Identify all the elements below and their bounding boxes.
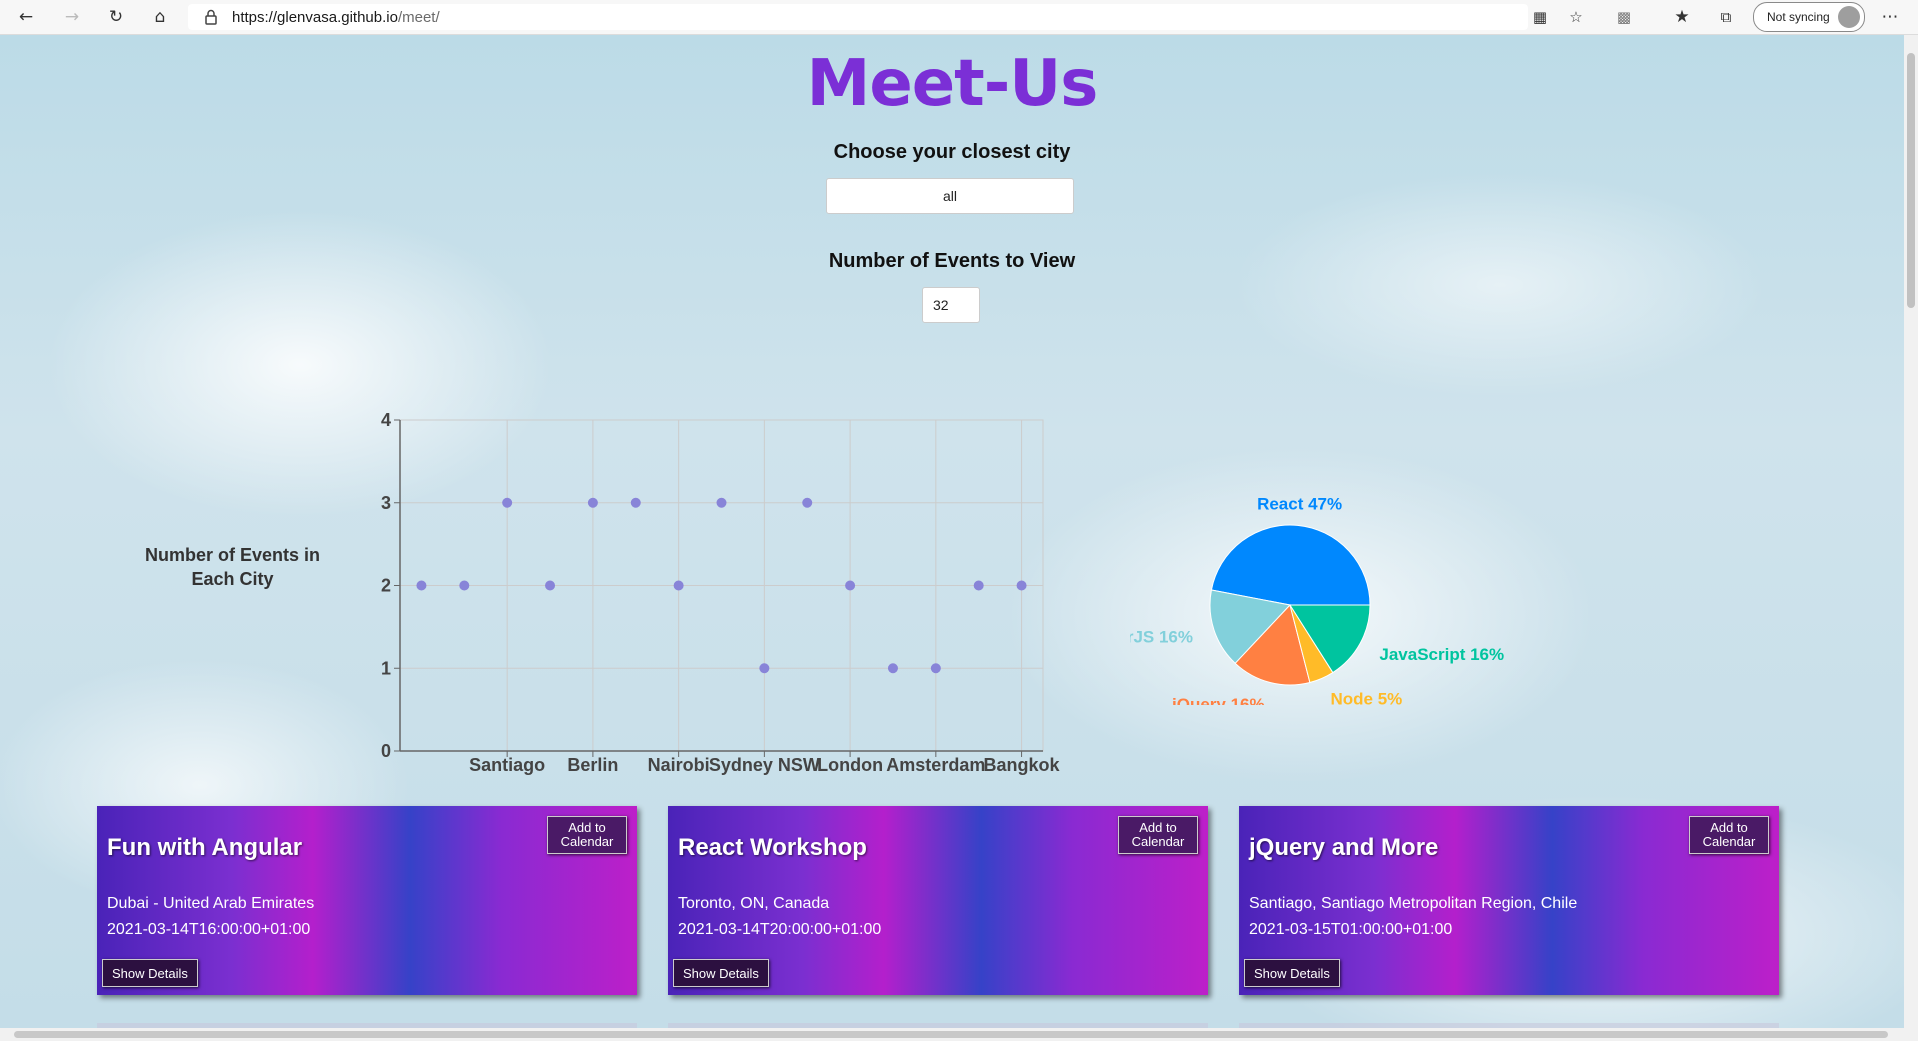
pie-label: React 47% (1257, 494, 1342, 513)
vertical-scrollbar[interactable] (1904, 35, 1918, 1028)
sync-status: Not syncing (1767, 10, 1830, 24)
add-to-calendar-button[interactable]: Add to Calendar (547, 816, 627, 854)
show-details-button[interactable]: Show Details (1244, 959, 1340, 987)
events-scatter-chart: 0 1 2 3 4 Santiago Berlin Nairobi Sydney NSWLond… (381, 410, 1061, 775)
scrollbar-corner (1904, 1028, 1918, 1041)
x-tick-label: Amsterdam (886, 755, 985, 775)
browser-toolbar: ← → ↻ ⌂ https://glenvasa.github.io/meet/… (0, 0, 1918, 35)
scatter-point[interactable] (587, 497, 598, 508)
add-to-calendar-button[interactable]: Add to Calendar (1689, 816, 1769, 854)
scatter-point[interactable] (973, 580, 984, 591)
scatter-point[interactable] (630, 497, 641, 508)
pie-slice[interactable] (1210, 524, 1371, 606)
scatter-point[interactable] (845, 580, 856, 591)
apps-icon[interactable]: ▦ (1526, 3, 1554, 31)
event-title: Fun with Angular (107, 834, 303, 861)
event-title: jQuery and More (1249, 834, 1439, 861)
page-viewport: Meet-Us Choose your closest city Number … (0, 35, 1904, 1028)
event-location: Toronto, ON, Canada (678, 895, 830, 912)
scatter-point[interactable] (930, 663, 941, 674)
horizontal-scrollbar[interactable] (0, 1028, 1904, 1041)
pie-slices (1209, 524, 1371, 686)
event-date: 2021-03-15T01:00:00+01:00 (1249, 921, 1453, 938)
event-card: React Workshop Toronto, ON, Canada 2021-… (668, 806, 1208, 995)
event-title: React Workshop (678, 834, 867, 861)
x-tick-label: London (817, 755, 883, 775)
home-icon[interactable]: ⌂ (146, 3, 174, 31)
lock-icon (205, 9, 217, 25)
y-tick-label: 3 (381, 493, 391, 513)
y-tick-label: 0 (381, 741, 391, 761)
city-label: Choose your closest city (833, 141, 1071, 163)
app-title: Meet-Us (806, 47, 1099, 121)
pie-label: jQuery 16% (1171, 695, 1265, 705)
show-details-button[interactable]: Show Details (673, 959, 769, 987)
scatter-point[interactable] (887, 663, 898, 674)
avatar-icon (1838, 6, 1860, 28)
event-location: Dubai - United Arab Emirates (107, 895, 315, 912)
url-path: /meet/ (397, 8, 440, 26)
url-host: https://glenvasa.github.io (232, 8, 398, 26)
scatter-point[interactable] (545, 580, 556, 591)
x-tick-label: Bangkok (984, 755, 1061, 775)
pie-label: AngularJS 16% (1130, 628, 1193, 647)
scatter-point[interactable] (759, 663, 770, 674)
extensions-icon[interactable]: ▩ (1610, 3, 1638, 31)
scatter-chart-label: Number of Events in Each City (144, 545, 321, 589)
event-card: Fun with Angular Dubai - United Arab Emi… (97, 806, 637, 995)
x-tick-label: Sydney NSW (709, 755, 820, 775)
event-date: 2021-03-14T20:00:00+01:00 (678, 921, 882, 938)
scatter-point[interactable] (673, 580, 684, 591)
address-bar[interactable]: https://glenvasa.github.io/meet/ (188, 4, 1528, 30)
y-tick-label: 1 (381, 658, 391, 678)
reload-icon[interactable]: ↻ (102, 3, 130, 31)
city-search-input[interactable] (826, 178, 1074, 214)
scatter-point[interactable] (502, 497, 513, 508)
add-to-calendar-button[interactable]: Add to Calendar (1118, 816, 1198, 854)
back-icon[interactable]: ← (12, 3, 40, 31)
scatter-point[interactable] (1016, 580, 1027, 591)
chart-axes (394, 419, 1043, 757)
chart-ticks: 0 1 2 3 4 Santiago Berlin Nairobi Sydney NSWLond… (381, 410, 1061, 775)
x-tick-label: Santiago (469, 755, 545, 775)
profile-button[interactable]: Not syncing (1753, 2, 1865, 32)
event-date: 2021-03-14T16:00:00+01:00 (107, 921, 311, 938)
show-details-button[interactable]: Show Details (102, 959, 198, 987)
menu-icon[interactable]: ⋯ (1876, 3, 1904, 31)
events-count-input[interactable] (922, 287, 980, 323)
x-tick-label: Nairobi (648, 755, 710, 775)
event-location: Santiago, Santiago Metropolitan Region, … (1249, 895, 1578, 912)
y-tick-label: 4 (381, 410, 391, 430)
favorite-add-icon[interactable]: ☆ (1562, 3, 1590, 31)
x-tick-label: Berlin (567, 755, 618, 775)
event-card: jQuery and More Santiago, Santiago Metro… (1239, 806, 1779, 995)
genre-pie-chart: React 47% AngularJS 16% jQuery 16% Node 5% J… (1130, 494, 1504, 705)
collections-icon[interactable]: ⧉ (1712, 3, 1740, 31)
pie-label: JavaScript 16% (1379, 645, 1504, 664)
scatter-point[interactable] (416, 580, 427, 591)
scatter-point[interactable] (716, 497, 727, 508)
chart-grid (399, 419, 1044, 752)
favorites-icon[interactable]: ★ (1668, 3, 1696, 31)
pie-label: Node 5% (1331, 690, 1403, 705)
forward-icon[interactable]: → (58, 3, 86, 31)
scatter-point[interactable] (459, 580, 470, 591)
y-tick-label: 2 (381, 576, 391, 596)
events-count-label: Number of Events to View (828, 250, 1076, 272)
scatter-point[interactable] (802, 497, 813, 508)
